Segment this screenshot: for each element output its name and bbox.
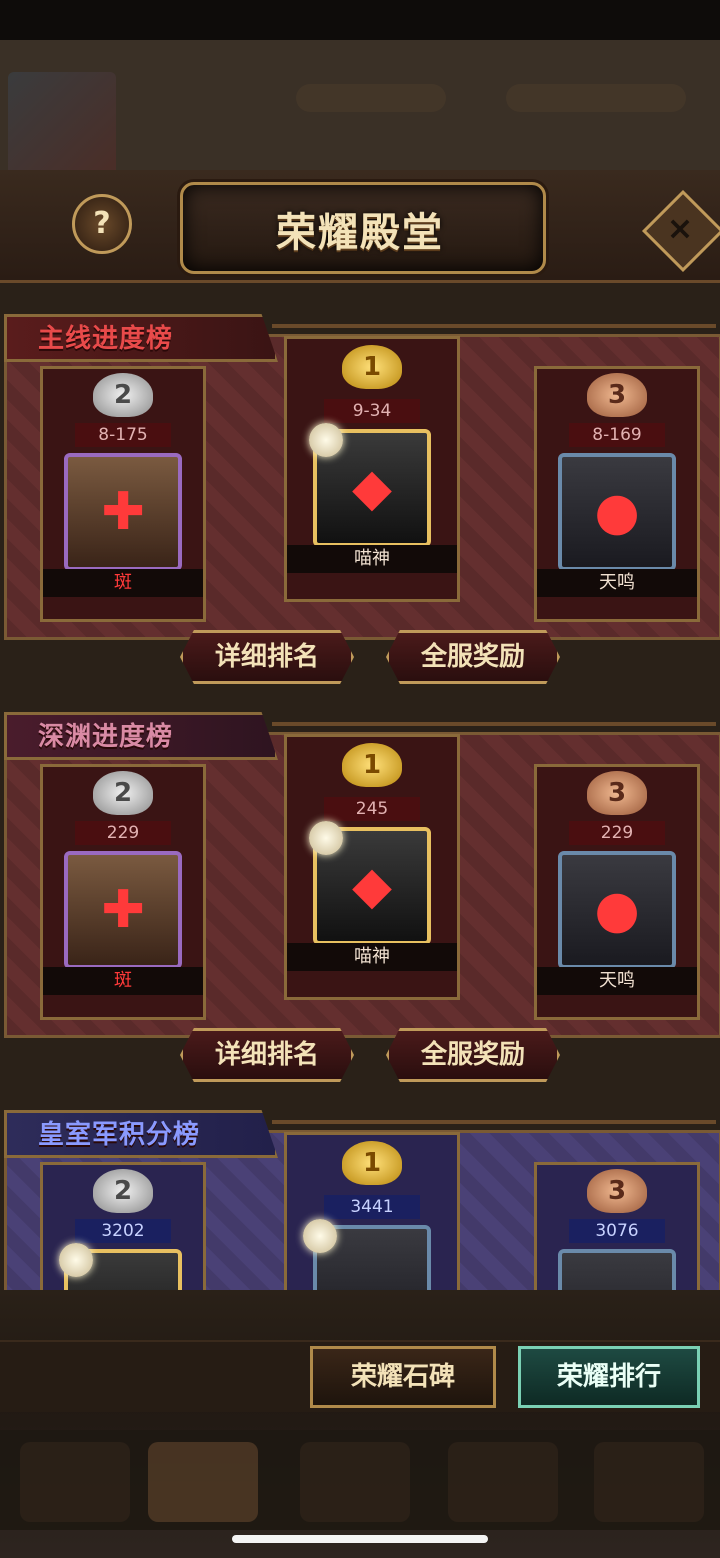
player-name: 斑: [43, 967, 203, 995]
nav-item[interactable]: [300, 1442, 410, 1522]
rank-card-second[interactable]: 2 8-175 ✚ 斑: [40, 366, 206, 622]
blurred-background-card: [8, 72, 116, 182]
player-name: 天鸣: [537, 569, 697, 597]
rank-score: 3076: [569, 1219, 665, 1243]
rank-score: 3202: [75, 1219, 171, 1243]
nav-item[interactable]: [20, 1442, 130, 1522]
board-title: 主线进度榜: [38, 324, 174, 354]
player-name: 喵神: [287, 545, 457, 573]
nav-item[interactable]: [594, 1442, 704, 1522]
character-portrait-icon: ✚: [101, 880, 145, 940]
planet-frame-icon: [309, 423, 343, 457]
rank-card-first[interactable]: 1 3441: [284, 1132, 460, 1290]
board-divider: [272, 722, 716, 726]
rank-score: 229: [75, 821, 171, 845]
gold-resource-pill: [296, 84, 446, 112]
nav-item[interactable]: [448, 1442, 558, 1522]
board-divider: [272, 1120, 716, 1124]
avatar: ●: [558, 453, 676, 571]
glory-ranking-button[interactable]: 荣耀排行: [518, 1346, 700, 1408]
avatar: ●: [558, 851, 676, 969]
gem-resource-pill: [506, 84, 686, 112]
page-title: 荣耀殿堂: [276, 210, 444, 256]
rank-card-third[interactable]: 3 8-169 ● 天鸣: [534, 366, 700, 622]
character-portrait-icon: ●: [594, 482, 640, 542]
player-name: 斑: [43, 569, 203, 597]
rank-score: 229: [569, 821, 665, 845]
player-name: 喵神: [287, 943, 457, 971]
main-progress-board: 主线进度榜 2 8-175 ✚ 斑 1 9-34 ◆ 喵神 3 8-169 ● …: [0, 314, 720, 692]
gold-medal-icon: 1: [342, 345, 402, 389]
rank-score: 9-34: [324, 399, 420, 423]
abyss-progress-board: 深渊进度榜 2 229 ✚ 斑 1 245 ◆ 喵神 3 229 ● 天鸣 详细…: [0, 712, 720, 1090]
server-reward-button[interactable]: 全服奖励: [386, 630, 560, 684]
gold-medal-icon: 1: [342, 743, 402, 787]
glory-stele-button[interactable]: 荣耀石碑: [310, 1346, 496, 1408]
star-frame-icon: [303, 1219, 337, 1253]
planet-frame-icon: [309, 821, 343, 855]
avatar: ✚: [64, 453, 182, 571]
silver-medal-icon: 2: [93, 771, 153, 815]
bronze-medal-icon: 3: [587, 373, 647, 417]
player-name: 天鸣: [537, 967, 697, 995]
board-divider: [272, 324, 716, 328]
bronze-medal-icon: 3: [587, 1169, 647, 1213]
help-button[interactable]: ?: [72, 194, 132, 254]
royal-army-points-board: 皇室军积分榜 2 3202 1 3441 3 3076: [0, 1110, 720, 1290]
detail-ranking-button[interactable]: 详细排名: [180, 1028, 354, 1082]
rank-card-third[interactable]: 3 229 ● 天鸣: [534, 764, 700, 1020]
avatar: ✚: [64, 851, 182, 969]
board-title: 皇室军积分榜: [38, 1120, 201, 1150]
nav-item-active[interactable]: [148, 1442, 258, 1522]
silver-medal-icon: 2: [93, 1169, 153, 1213]
rank-score: 8-169: [569, 423, 665, 447]
silver-medal-icon: 2: [93, 373, 153, 417]
character-portrait-icon: ●: [594, 880, 640, 940]
rank-card-second[interactable]: 2 3202: [40, 1162, 206, 1290]
rank-score: 245: [324, 797, 420, 821]
character-portrait-icon: ✚: [101, 482, 145, 542]
bronze-medal-icon: 3: [587, 771, 647, 815]
board-title: 深渊进度榜: [38, 722, 174, 752]
detail-ranking-button[interactable]: 详细排名: [180, 630, 354, 684]
avatar: [558, 1249, 676, 1290]
home-indicator[interactable]: [232, 1535, 488, 1543]
gold-medal-icon: 1: [342, 1141, 402, 1185]
rank-score: 3441: [324, 1195, 420, 1219]
server-reward-button[interactable]: 全服奖励: [386, 1028, 560, 1082]
planet-frame-icon: [59, 1243, 93, 1277]
rank-score: 8-175: [75, 423, 171, 447]
close-icon: ×: [666, 209, 694, 247]
rank-card-third[interactable]: 3 3076: [534, 1162, 700, 1290]
rank-card-first[interactable]: 1 245 ◆ 喵神: [284, 734, 460, 1000]
rank-card-second[interactable]: 2 229 ✚ 斑: [40, 764, 206, 1020]
rank-card-first[interactable]: 1 9-34 ◆ 喵神: [284, 336, 460, 602]
